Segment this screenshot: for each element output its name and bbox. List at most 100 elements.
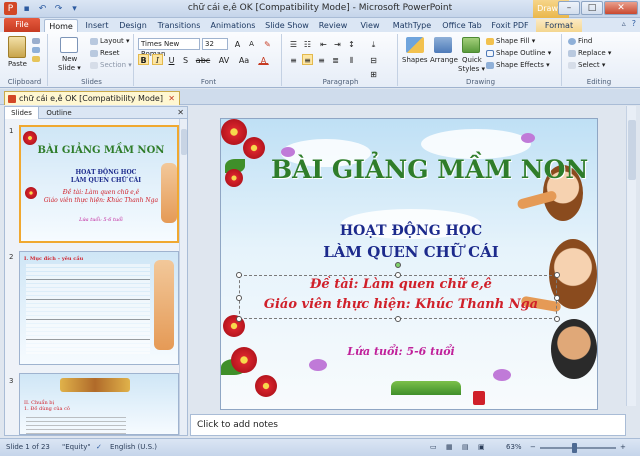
zoom-slider[interactable] — [540, 447, 616, 449]
normal-view-icon[interactable]: ▭ — [430, 443, 437, 451]
shrink-font-icon[interactable]: A — [246, 38, 257, 49]
justify-icon[interactable]: ≣ — [330, 54, 341, 65]
strike-button[interactable]: abc — [194, 54, 212, 65]
slide-canvas[interactable]: BÀI GIẢNG MẦM NON HOẠT ĐỘNG HỌC LÀM QUEN… — [220, 118, 598, 410]
tab-office-tab[interactable]: Office Tab — [440, 19, 484, 32]
shape-fill-button[interactable]: Shape Fill ▾ — [496, 37, 535, 45]
ribbon-minimize-icon[interactable]: ▵ — [622, 19, 626, 28]
paste-icon[interactable] — [8, 36, 26, 58]
zoom-in-icon[interactable]: + — [620, 443, 626, 451]
change-case-button[interactable]: Aa — [236, 54, 252, 65]
slide-subtitle-2[interactable]: LÀM QUEN CHỮ CÁI — [281, 243, 541, 261]
panel-scrollbar[interactable] — [179, 119, 187, 435]
align-left-icon[interactable]: ≡ — [288, 54, 299, 65]
panel-scroll-thumb[interactable] — [181, 129, 187, 155]
quick-styles-icon[interactable] — [462, 37, 480, 53]
tab-outline[interactable]: Outline — [41, 107, 77, 119]
underline-button[interactable]: U — [166, 54, 177, 65]
font-name-combo[interactable]: Times New Roman — [138, 38, 200, 58]
text-direction-icon[interactable]: ⤓ — [368, 38, 379, 49]
resize-handle[interactable] — [554, 272, 560, 278]
slide-thumbnail-1[interactable]: BÀI GIẢNG MẦM NON HOẠT ĐỘNG HỌC LÀM QUEN… — [19, 125, 179, 243]
tab-format[interactable]: Format — [536, 19, 582, 32]
slide-title[interactable]: BÀI GIẢNG MẦM NON — [271, 155, 588, 184]
tab-transitions[interactable]: Transitions — [154, 19, 204, 32]
tab-foxit-pdf[interactable]: Foxit PDF — [490, 19, 530, 32]
grow-font-icon[interactable]: A — [232, 38, 243, 49]
minimize-button[interactable]: – — [558, 1, 580, 15]
layout-button[interactable]: Layout ▾ — [100, 37, 130, 45]
shape-fill-icon — [486, 38, 494, 45]
bullets-icon[interactable]: ☰ — [288, 38, 299, 49]
decrease-indent-icon[interactable]: ⇤ — [318, 38, 329, 49]
slideshow-icon[interactable]: ▣ — [478, 443, 485, 451]
numbering-icon[interactable]: ☷ — [302, 38, 313, 49]
copy-icon[interactable] — [32, 47, 40, 53]
slide-sorter-icon[interactable]: ▦ — [446, 443, 453, 451]
tab-animations[interactable]: Animations — [208, 19, 258, 32]
increase-indent-icon[interactable]: ⇥ — [332, 38, 343, 49]
close-button[interactable]: ✕ — [604, 1, 638, 15]
tab-slides[interactable]: Slides — [5, 107, 39, 119]
tab-view[interactable]: View — [356, 19, 384, 32]
slide-thumbnail-2[interactable]: I. Mục đích – yêu cầu — [19, 251, 179, 365]
slide-vertical-scrollbar[interactable] — [626, 106, 636, 406]
slide-age[interactable]: Lứa tuổi: 5-6 tuổi — [331, 345, 471, 358]
italic-button[interactable]: I — [152, 54, 163, 65]
zoom-slider-knob[interactable] — [572, 443, 577, 453]
char-spacing-button[interactable]: AV — [216, 54, 232, 65]
tab-insert[interactable]: Insert — [82, 19, 112, 32]
help-icon[interactable]: ? — [632, 19, 636, 28]
tab-home[interactable]: Home — [44, 19, 78, 32]
zoom-out-icon[interactable]: − — [530, 443, 536, 451]
resize-handle[interactable] — [554, 316, 560, 322]
format-painter-icon[interactable] — [32, 56, 40, 62]
bold-button[interactable]: B — [138, 54, 149, 65]
reset-button[interactable]: Reset — [100, 49, 120, 57]
replace-button[interactable]: Replace ▾ — [578, 49, 611, 57]
new-slide-label2[interactable]: Slide ▾ — [58, 64, 81, 72]
reading-view-icon[interactable]: ▤ — [462, 443, 469, 451]
document-tab[interactable]: chữ cái e,ê OK [Compatibility Mode] ✕ — [4, 91, 180, 105]
slide-subtitle-1[interactable]: HOẠT ĐỘNG HỌC — [281, 223, 541, 239]
section-button[interactable]: Section ▾ — [100, 61, 132, 69]
clear-format-icon[interactable]: ✎ — [262, 38, 273, 49]
rotate-handle[interactable] — [395, 262, 401, 268]
slide-thumbnail-3[interactable]: II. Chuẩn bị 1. Đồ dùng của cô — [19, 373, 179, 435]
align-center-icon[interactable]: ≡ — [302, 54, 313, 65]
panel-close-icon[interactable]: ✕ — [177, 107, 184, 119]
slide-scroll-thumb[interactable] — [628, 120, 636, 180]
language-indicator[interactable]: English (U.S.) — [110, 443, 157, 451]
find-button[interactable]: Find — [578, 37, 592, 45]
tab-design[interactable]: Design — [116, 19, 150, 32]
tab-slide-show[interactable]: Slide Show — [264, 19, 310, 32]
cut-icon[interactable] — [32, 38, 40, 44]
resize-handle[interactable] — [395, 316, 401, 322]
shapes-icon[interactable] — [406, 37, 424, 53]
new-slide-icon[interactable] — [60, 37, 78, 53]
align-text-icon[interactable]: ⊟ — [368, 54, 379, 65]
tab-review[interactable]: Review — [316, 19, 350, 32]
notes-pane[interactable]: Click to add notes — [190, 414, 626, 436]
select-button[interactable]: Select ▾ — [578, 61, 605, 69]
document-tab-close-icon[interactable]: ✕ — [168, 92, 175, 105]
shape-effects-button[interactable]: Shape Effects ▾ — [496, 61, 550, 69]
slide-topic[interactable]: Đề tài: Làm quen chữ e,ê — [261, 277, 541, 292]
quick-styles-label2[interactable]: Styles ▾ — [458, 65, 485, 73]
font-color-button[interactable]: A — [258, 54, 269, 65]
resize-handle[interactable] — [236, 272, 242, 278]
shape-outline-button[interactable]: Shape Outline ▾ — [496, 49, 551, 57]
maximize-button[interactable]: □ — [581, 1, 603, 15]
arrange-icon[interactable] — [434, 37, 452, 53]
columns-icon[interactable]: ⫴ — [346, 54, 357, 65]
font-size-combo[interactable]: 32 — [202, 38, 228, 50]
spellcheck-icon[interactable]: ✓ — [96, 443, 102, 451]
tab-file[interactable]: File — [4, 18, 40, 32]
line-spacing-icon[interactable]: ↕ — [346, 38, 357, 49]
slide-teacher[interactable]: Giáo viên thực hiện: Khúc Thanh Nga — [241, 297, 561, 312]
align-right-icon[interactable]: ≡ — [316, 54, 327, 65]
tab-mathtype[interactable]: MathType — [390, 19, 434, 32]
zoom-level[interactable]: 63% — [506, 443, 522, 451]
resize-handle[interactable] — [236, 316, 242, 322]
shadow-button[interactable]: S — [180, 54, 191, 65]
